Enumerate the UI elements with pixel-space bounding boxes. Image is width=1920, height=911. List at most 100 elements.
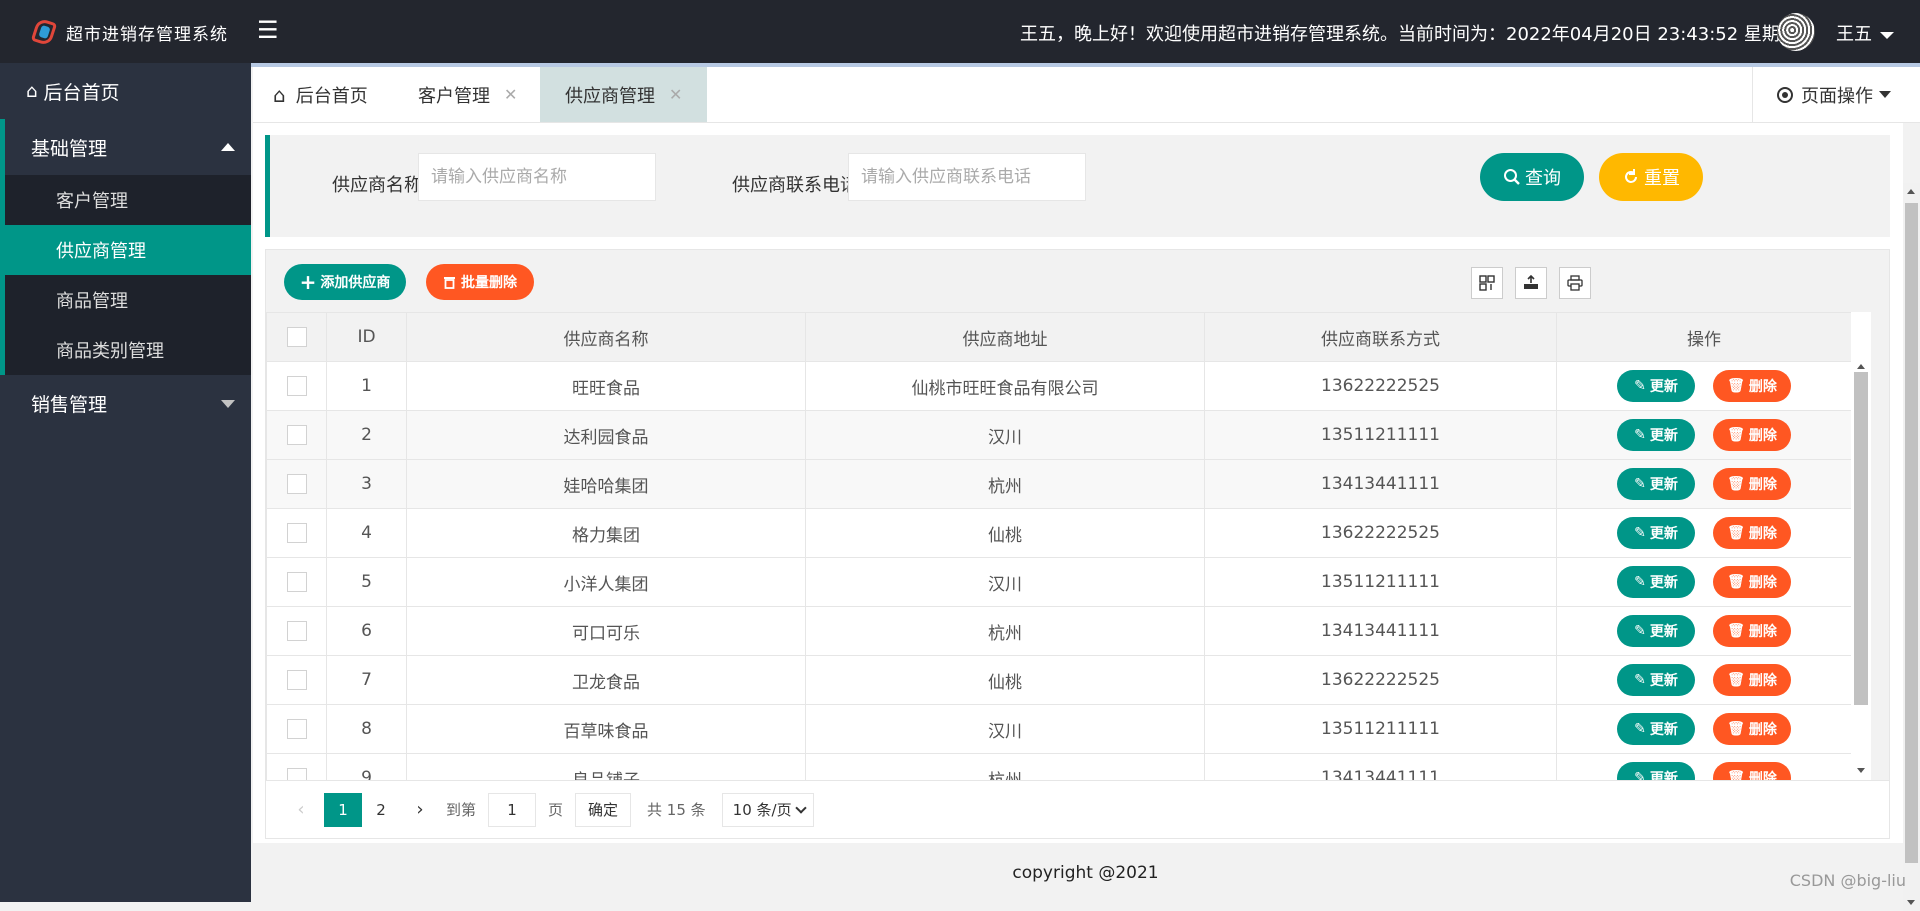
menu-toggle-icon[interactable]: ☰: [257, 18, 279, 42]
table-row[interactable]: 7 卫龙食品 仙桃 13622222525 ✎ 更新 🗑 删除: [266, 655, 1851, 705]
update-button[interactable]: ✎ 更新: [1617, 762, 1695, 780]
column-header[interactable]: 供应商地址: [805, 312, 1205, 362]
delete-button[interactable]: 🗑 删除: [1713, 713, 1791, 745]
select-all-cell: [266, 312, 327, 362]
delete-button[interactable]: 🗑 删除: [1713, 615, 1791, 647]
goto-page-input[interactable]: 1: [488, 792, 537, 827]
update-button[interactable]: ✎ 更新: [1617, 713, 1695, 745]
cell-name: 格力集团: [406, 508, 806, 558]
page-size-select[interactable]: 10 条/页: [721, 792, 814, 827]
tab-customers[interactable]: 客户管理 ✕: [418, 67, 517, 122]
delete-label: 删除: [1748, 526, 1777, 542]
row-select-cell: [266, 410, 327, 460]
user-menu[interactable]: 王五: [1836, 20, 1894, 46]
cell-phone: 13413441111: [1204, 459, 1557, 509]
app-logo[interactable]: 超市进销存管理系统: [30, 17, 228, 47]
page-1-button[interactable]: 1: [324, 792, 362, 827]
close-icon[interactable]: ✕: [504, 85, 517, 104]
sidebar-item-customers[interactable]: 客户管理: [5, 175, 251, 225]
table-scrollbar[interactable]: [1851, 312, 1871, 780]
reset-button[interactable]: 重置: [1599, 153, 1703, 201]
row-checkbox[interactable]: [286, 474, 307, 494]
update-button[interactable]: ✎ 更新: [1617, 664, 1695, 696]
page-scrollbar[interactable]: [1903, 183, 1920, 911]
delete-button[interactable]: 🗑 删除: [1713, 517, 1791, 549]
cell-address: 汉川: [805, 557, 1205, 607]
table-row[interactable]: 8 百草味食品 汉川 13511211111 ✎ 更新 🗑 删除: [266, 704, 1851, 754]
trash-icon: 🗑: [1727, 427, 1745, 443]
delete-label: 删除: [1748, 771, 1777, 780]
sidebar-group-basic[interactable]: 基础管理: [0, 119, 251, 175]
update-button[interactable]: ✎ 更新: [1617, 517, 1695, 549]
sidebar-item-products[interactable]: 商品管理: [5, 275, 251, 325]
column-header[interactable]: 供应商名称: [406, 312, 806, 362]
delete-button[interactable]: 🗑 删除: [1713, 370, 1791, 402]
tab-home[interactable]: ⌂ 后台首页: [273, 67, 368, 122]
sidebar-item-categories[interactable]: 商品类别管理: [5, 325, 251, 375]
row-checkbox[interactable]: [286, 572, 307, 592]
total-count: 共 15 条: [647, 801, 706, 819]
supplier-phone-input[interactable]: [848, 153, 1086, 201]
cell-phone: 13511211111: [1204, 410, 1557, 460]
row-checkbox[interactable]: [286, 523, 307, 543]
cell-phone: 13511211111: [1204, 704, 1557, 754]
batch-delete-button[interactable]: 批量删除: [426, 264, 534, 300]
delete-button[interactable]: 🗑 删除: [1713, 762, 1791, 780]
row-checkbox[interactable]: [286, 376, 307, 396]
logo-icon: [30, 17, 58, 47]
next-page-icon[interactable]: ›: [400, 799, 440, 820]
columns-filter-icon[interactable]: [1471, 267, 1503, 299]
query-button[interactable]: 查询: [1480, 153, 1584, 201]
column-header[interactable]: 供应商联系方式: [1204, 312, 1557, 362]
sidebar-item-suppliers[interactable]: 供应商管理: [0, 225, 251, 275]
refresh-icon: [1625, 169, 1637, 183]
row-select-cell: [266, 704, 327, 754]
update-button[interactable]: ✎ 更新: [1617, 370, 1695, 402]
sidebar-group-sales[interactable]: 销售管理: [0, 375, 251, 431]
delete-button[interactable]: 🗑 删除: [1713, 566, 1791, 598]
update-button[interactable]: ✎ 更新: [1617, 566, 1695, 598]
goto-confirm-button[interactable]: 确定: [575, 792, 632, 827]
row-checkbox[interactable]: [286, 768, 307, 780]
home-icon: ⌂: [26, 80, 38, 102]
page-2-button[interactable]: 2: [362, 793, 400, 827]
row-checkbox[interactable]: [286, 719, 307, 739]
delete-label: 删除: [1748, 722, 1777, 738]
print-icon[interactable]: [1559, 267, 1591, 299]
delete-label: 删除: [1748, 428, 1777, 444]
avatar[interactable]: [1777, 13, 1815, 51]
update-button[interactable]: ✎ 更新: [1617, 468, 1695, 500]
update-label: 更新: [1649, 673, 1678, 689]
table-row[interactable]: 3 娃哈哈集团 杭州 13413441111 ✎ 更新 🗑 删除: [266, 459, 1851, 509]
column-header[interactable]: ID: [326, 312, 407, 362]
sidebar-item-home[interactable]: ⌂ 后台首页: [0, 63, 251, 119]
row-checkbox[interactable]: [286, 425, 307, 445]
select-all-checkbox[interactable]: [286, 327, 307, 347]
close-icon[interactable]: ✕: [669, 85, 682, 104]
row-checkbox[interactable]: [286, 621, 307, 641]
delete-label: 删除: [1748, 575, 1777, 591]
delete-button[interactable]: 🗑 删除: [1713, 419, 1791, 451]
table-row[interactable]: 6 可口可乐 杭州 13413441111 ✎ 更新 🗑 删除: [266, 606, 1851, 656]
cell-name: 娃哈哈集团: [406, 459, 806, 509]
delete-button[interactable]: 🗑 删除: [1713, 664, 1791, 696]
add-supplier-button[interactable]: + 添加供应商: [284, 264, 406, 300]
row-checkbox[interactable]: [286, 670, 307, 690]
update-button[interactable]: ✎ 更新: [1617, 419, 1695, 451]
table-row[interactable]: 9良品铺子杭州13413441111 ✎更新 🗑删除: [266, 753, 1851, 780]
trash-icon: 🗑: [1727, 672, 1745, 688]
cell-id: 9: [326, 753, 407, 780]
tab-suppliers[interactable]: 供应商管理 ✕: [540, 67, 708, 122]
table-row[interactable]: 4 格力集团 仙桃 13622222525 ✎ 更新 🗑 删除: [266, 508, 1851, 558]
cell-address: 汉川: [805, 704, 1205, 754]
table-row[interactable]: 2 达利园食品 汉川 13511211111 ✎ 更新 🗑 删除: [266, 410, 1851, 460]
table-row[interactable]: 5 小洋人集团 汉川 13511211111 ✎ 更新 🗑 删除: [266, 557, 1851, 607]
table-row[interactable]: 1 旺旺食品 仙桃市旺旺食品有限公司 13622222525 ✎ 更新 🗑 删除: [266, 361, 1851, 411]
export-icon[interactable]: [1515, 267, 1547, 299]
update-button[interactable]: ✎ 更新: [1617, 615, 1695, 647]
page-operations-menu[interactable]: 页面操作: [1752, 67, 1920, 122]
supplier-name-input[interactable]: [418, 153, 656, 201]
prev-page-icon[interactable]: ‹: [286, 799, 316, 820]
table-header-row: ID 供应商名称 供应商地址 供应商联系方式 操作: [266, 312, 1851, 362]
delete-button[interactable]: 🗑 删除: [1713, 468, 1791, 500]
